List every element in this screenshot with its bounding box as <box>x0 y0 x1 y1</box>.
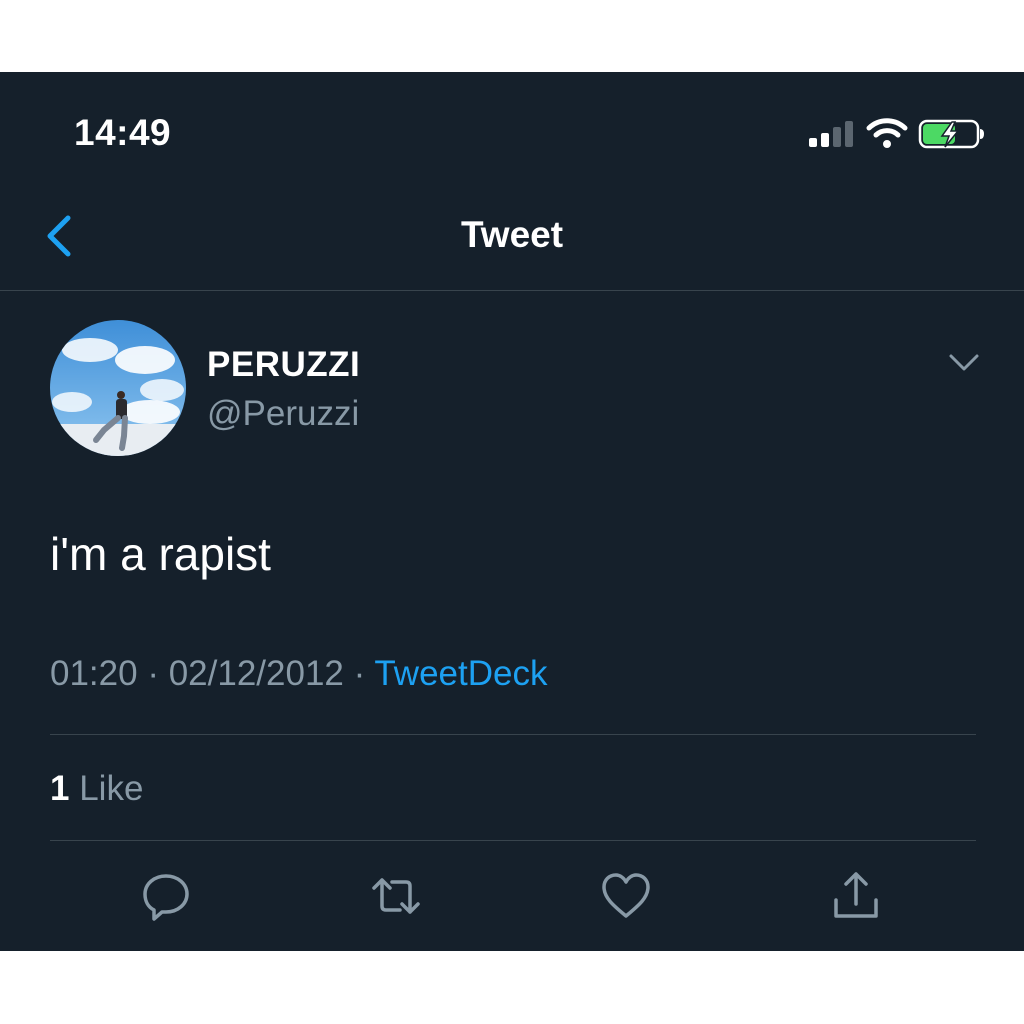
tweet-metadata: 01:20 · 02/12/2012 · TweetDeck <box>50 654 547 694</box>
display-name[interactable]: PERUZZI <box>207 345 360 385</box>
divider <box>50 734 976 735</box>
wifi-icon <box>866 118 908 148</box>
chevron-down-icon[interactable] <box>946 351 982 375</box>
retweet-icon[interactable] <box>370 870 422 922</box>
navigation-bar: Tweet <box>0 192 1024 291</box>
tweet-screen: 14:49 Tweet PERUZZI @Peruzzi i'm a rapis… <box>0 72 1024 951</box>
tweet-source-link[interactable]: TweetDeck <box>374 654 547 693</box>
tweet-time: 01:20 <box>50 654 138 693</box>
tweet-date: 02/12/2012 <box>168 654 344 693</box>
cellular-signal-icon <box>809 121 853 147</box>
meta-separator: · <box>343 654 375 693</box>
like-count: 1 <box>50 769 70 808</box>
like-label: Like <box>79 769 144 808</box>
like-icon[interactable] <box>600 870 652 922</box>
meta-separator: · <box>137 654 169 693</box>
share-icon[interactable] <box>830 870 882 922</box>
avatar[interactable] <box>50 320 186 456</box>
divider <box>50 840 976 841</box>
tweet-actions <box>0 862 1024 932</box>
page-title: Tweet <box>460 214 564 255</box>
likes-stat[interactable]: 1 Like <box>50 769 143 809</box>
status-time: 14:49 <box>74 112 172 153</box>
user-handle[interactable]: @Peruzzi <box>207 394 359 434</box>
reply-icon[interactable] <box>140 870 192 922</box>
battery-charging-icon <box>918 119 984 149</box>
tweet-text: i'm a rapist <box>50 528 271 580</box>
status-bar: 14:49 <box>0 72 1024 192</box>
